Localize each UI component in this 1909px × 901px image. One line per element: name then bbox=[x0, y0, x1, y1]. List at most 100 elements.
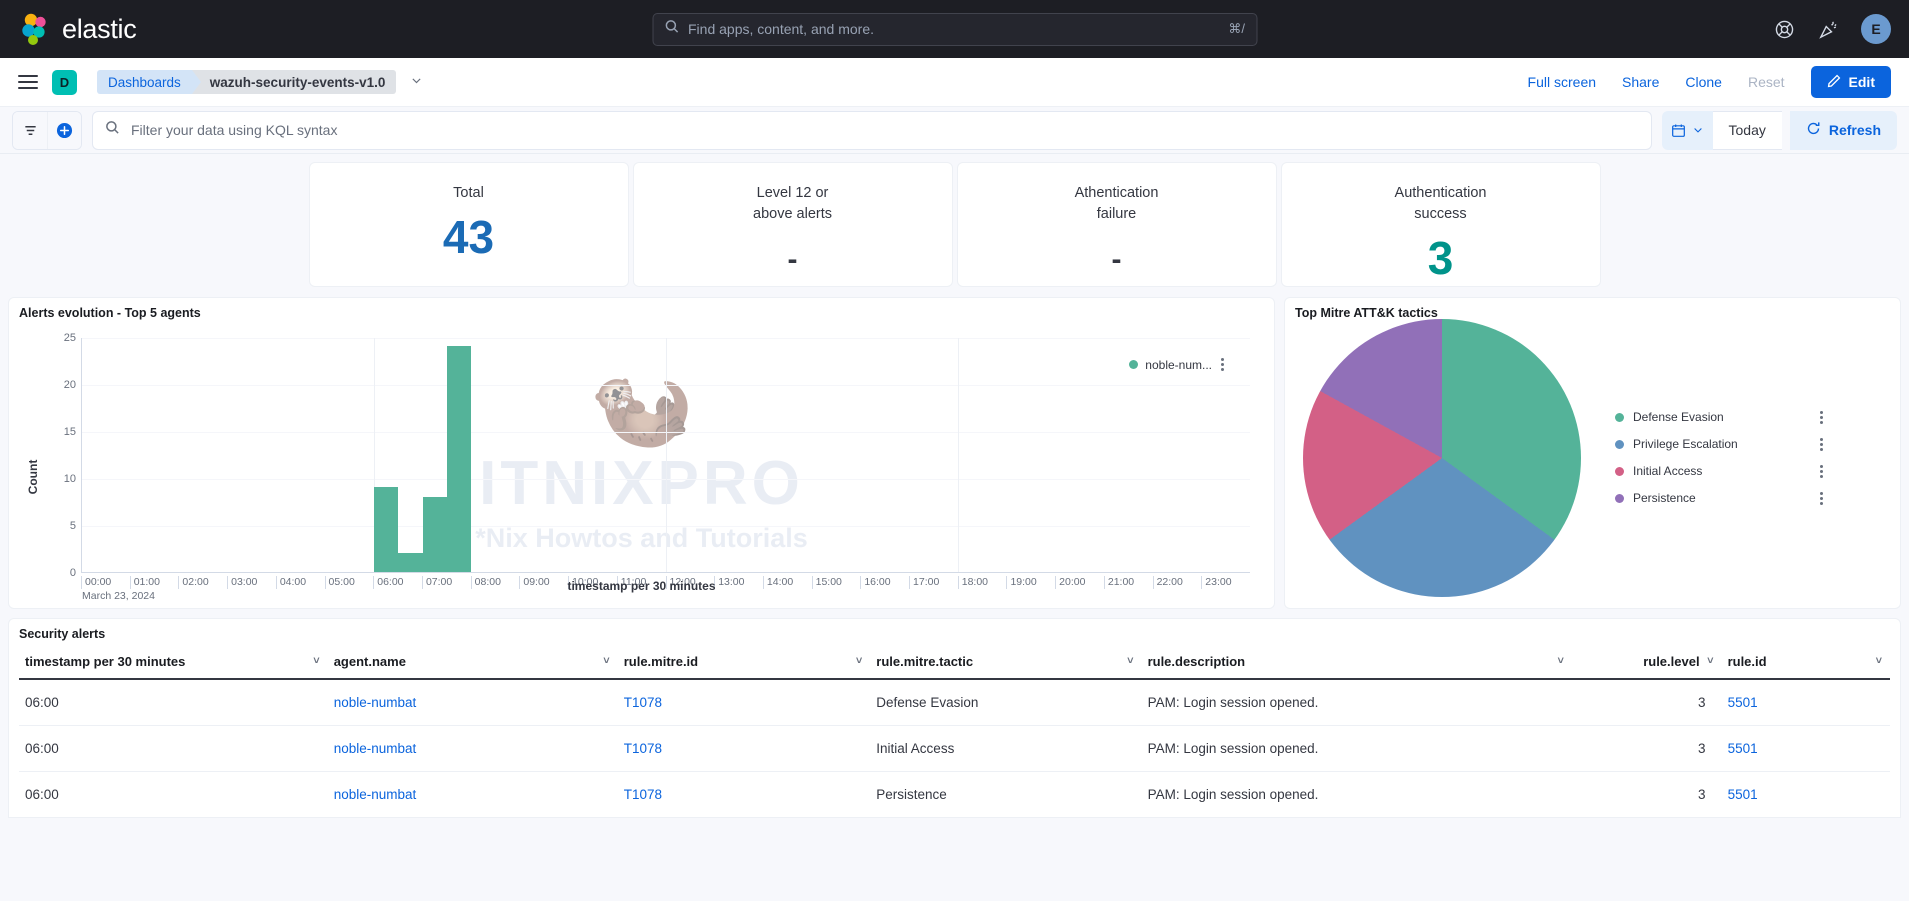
y-axis-tick: 0 bbox=[70, 567, 76, 579]
chevron-down-icon[interactable]: ˅ bbox=[603, 655, 609, 667]
column-label: agent.name bbox=[334, 654, 406, 669]
legend-label: Defense Evasion bbox=[1633, 410, 1809, 424]
table-header: timestamp per 30 minutes ˅ agent.name ˅ … bbox=[19, 641, 1890, 679]
legend-actions-icon[interactable] bbox=[1818, 436, 1825, 453]
legend-actions-icon[interactable] bbox=[1818, 409, 1825, 426]
table-row[interactable]: 06:00noble-numbatT1078PersistencePAM: Lo… bbox=[19, 772, 1890, 818]
pie-legend-item[interactable]: Initial Access bbox=[1615, 463, 1825, 480]
cell-agent-name[interactable]: noble-numbat bbox=[328, 772, 618, 818]
cell-rule-id[interactable]: 5501 bbox=[1722, 772, 1890, 818]
chevron-down-icon[interactable]: ˅ bbox=[1127, 655, 1133, 667]
column-label: timestamp per 30 minutes bbox=[25, 654, 185, 669]
space-avatar[interactable]: D bbox=[52, 70, 77, 95]
column-header-rule-level[interactable]: rule.level ˅ bbox=[1572, 641, 1722, 679]
metric-card-auth-success[interactable]: Authentication success 3 bbox=[1281, 162, 1601, 287]
filter-options-icon[interactable] bbox=[13, 112, 47, 149]
bar[interactable] bbox=[398, 553, 422, 572]
column-label: rule.mitre.id bbox=[624, 654, 698, 669]
bar[interactable] bbox=[447, 346, 471, 572]
breadcrumb-chevron-down-icon[interactable] bbox=[410, 74, 423, 90]
metric-label-2: above alerts bbox=[753, 204, 832, 225]
metric-card-level12[interactable]: Level 12 or above alerts - bbox=[633, 162, 953, 287]
date-quick-select-button[interactable] bbox=[1662, 111, 1713, 150]
reset-button: Reset bbox=[1748, 74, 1785, 90]
chevron-down-icon[interactable]: ˅ bbox=[1876, 655, 1882, 667]
edit-button-label: Edit bbox=[1849, 74, 1875, 90]
user-avatar[interactable]: E bbox=[1861, 14, 1891, 44]
legend-actions-icon[interactable] bbox=[1818, 490, 1825, 507]
column-header-agent-name[interactable]: agent.name ˅ bbox=[328, 641, 618, 679]
column-label: rule.level bbox=[1643, 654, 1699, 669]
metric-label: Athentication bbox=[1075, 183, 1159, 204]
y-axis-tick: 15 bbox=[64, 426, 76, 438]
chevron-down-icon[interactable]: ˅ bbox=[856, 655, 862, 667]
cell-mitre-id[interactable]: T1078 bbox=[618, 679, 871, 726]
column-header-description[interactable]: rule.description ˅ bbox=[1142, 641, 1572, 679]
full-screen-button[interactable]: Full screen bbox=[1528, 74, 1596, 90]
pie-legend-item[interactable]: Defense Evasion bbox=[1615, 409, 1825, 426]
global-search-input[interactable]: Find apps, content, and more. ⌘/ bbox=[652, 13, 1257, 46]
cell-mitre-id[interactable]: T1078 bbox=[618, 772, 871, 818]
cell-agent-name[interactable]: noble-numbat bbox=[328, 726, 618, 772]
panel-title: Alerts evolution - Top 5 agents bbox=[19, 306, 1264, 320]
table-row[interactable]: 06:00noble-numbatT1078Defense EvasionPAM… bbox=[19, 679, 1890, 726]
table-row[interactable]: 06:00noble-numbatT1078Initial AccessPAM:… bbox=[19, 726, 1890, 772]
legend-actions-icon[interactable] bbox=[1818, 463, 1825, 480]
search-icon bbox=[664, 19, 679, 39]
cell-rule-id[interactable]: 5501 bbox=[1722, 679, 1890, 726]
clone-button[interactable]: Clone bbox=[1685, 74, 1722, 90]
refresh-button[interactable]: Refresh bbox=[1790, 111, 1897, 150]
metric-card-total[interactable]: Total 43 bbox=[309, 162, 629, 287]
legend-color-swatch bbox=[1615, 413, 1624, 422]
pie-legend-item[interactable]: Persistence bbox=[1615, 490, 1825, 507]
menu-hamburger-icon[interactable] bbox=[18, 75, 38, 89]
cell-mitre-tactic: Initial Access bbox=[870, 726, 1141, 772]
cell-timestamp: 06:00 bbox=[19, 772, 328, 818]
cell-agent-name[interactable]: noble-numbat bbox=[328, 679, 618, 726]
refresh-icon bbox=[1806, 121, 1821, 139]
panel-security-alerts: Security alerts timestamp per 30 minutes… bbox=[8, 618, 1901, 818]
dashboard-body: Total 43 Level 12 or above alerts - Athe… bbox=[0, 154, 1909, 818]
global-nav-bar: elastic Find apps, content, and more. ⌘/… bbox=[0, 0, 1909, 58]
chevron-down-icon[interactable]: ˅ bbox=[1557, 655, 1563, 667]
chevron-down-icon[interactable]: ˅ bbox=[1707, 655, 1713, 667]
pie-legend-item[interactable]: Privilege Escalation bbox=[1615, 436, 1825, 453]
date-range-display[interactable]: Today bbox=[1713, 111, 1782, 150]
search-icon bbox=[105, 120, 120, 140]
help-lifebuoy-icon[interactable] bbox=[1773, 18, 1795, 40]
legend-label: Initial Access bbox=[1633, 464, 1809, 478]
add-filter-icon[interactable] bbox=[47, 112, 81, 149]
cell-mitre-tactic: Persistence bbox=[870, 772, 1141, 818]
grid-line-vertical bbox=[958, 338, 959, 572]
bar[interactable] bbox=[374, 487, 398, 572]
y-axis-tick: 20 bbox=[64, 379, 76, 391]
column-header-mitre-tactic[interactable]: rule.mitre.tactic ˅ bbox=[870, 641, 1141, 679]
elastic-logo-icon bbox=[21, 13, 51, 45]
elastic-brand[interactable]: elastic bbox=[0, 13, 136, 45]
panel-mitre-tactics: Top Mitre ATT&K tactics Defense Evasion … bbox=[1284, 297, 1901, 609]
chevron-down-icon[interactable]: ˅ bbox=[313, 655, 319, 667]
cell-rule-level: 3 bbox=[1572, 726, 1722, 772]
metric-card-auth-failure[interactable]: Athentication failure - bbox=[957, 162, 1277, 287]
kql-search-input[interactable]: Filter your data using KQL syntax bbox=[92, 111, 1652, 150]
table-body: 06:00noble-numbatT1078Defense EvasionPAM… bbox=[19, 679, 1890, 817]
pie-slices[interactable] bbox=[1303, 319, 1581, 597]
metric-value: - bbox=[788, 245, 798, 275]
security-alerts-table: timestamp per 30 minutes ˅ agent.name ˅ … bbox=[19, 641, 1890, 817]
cell-description: PAM: Login session opened. bbox=[1142, 726, 1572, 772]
column-header-rule-id[interactable]: rule.id ˅ bbox=[1722, 641, 1890, 679]
cell-timestamp: 06:00 bbox=[19, 679, 328, 726]
global-right-actions: E bbox=[1773, 14, 1891, 44]
news-announcements-icon[interactable] bbox=[1817, 18, 1839, 40]
edit-button[interactable]: Edit bbox=[1811, 66, 1891, 98]
bar[interactable] bbox=[423, 497, 447, 572]
column-header-timestamp[interactable]: timestamp per 30 minutes ˅ bbox=[19, 641, 328, 679]
breadcrumb-current-dashboard[interactable]: wazuh-security-events-v1.0 bbox=[192, 70, 397, 94]
cell-rule-id[interactable]: 5501 bbox=[1722, 726, 1890, 772]
cell-mitre-id[interactable]: T1078 bbox=[618, 726, 871, 772]
share-button[interactable]: Share bbox=[1622, 74, 1659, 90]
column-header-mitre-id[interactable]: rule.mitre.id ˅ bbox=[618, 641, 871, 679]
metric-value: 3 bbox=[1428, 235, 1454, 281]
table-header-row: timestamp per 30 minutes ˅ agent.name ˅ … bbox=[19, 641, 1890, 679]
breadcrumb-dashboards[interactable]: Dashboards bbox=[97, 70, 192, 94]
